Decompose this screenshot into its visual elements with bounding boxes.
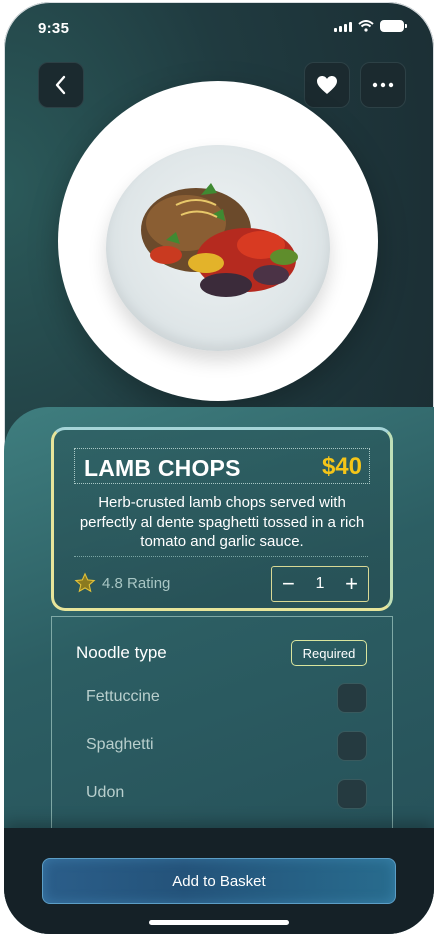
bottom-bar: Add to Basket (4, 828, 434, 934)
divider (74, 556, 368, 557)
option-checkbox-spaghetti[interactable] (337, 731, 367, 761)
option-label-udon[interactable]: Udon (86, 784, 124, 802)
add-to-basket-button[interactable]: Add to Basket (42, 858, 396, 904)
product-description: Herb-crusted lamb chops served with perf… (79, 494, 365, 550)
option-label-spaghetti[interactable]: Spaghetti (86, 736, 154, 754)
dish-image (58, 81, 378, 401)
required-badge: Required (291, 640, 367, 666)
battery-icon (380, 20, 407, 32)
options-title: Noodle type (76, 643, 167, 662)
option-checkbox-udon[interactable] (337, 779, 367, 809)
status-time: 9:35 (38, 20, 70, 37)
option-checkbox-fettuccine[interactable] (337, 683, 367, 713)
home-indicator (149, 920, 289, 925)
title-row: LAMB CHOPS $40 (74, 448, 370, 484)
increment-button[interactable]: + (345, 573, 358, 595)
heart-icon (317, 76, 337, 94)
product-card: LAMB CHOPS $40 Herb-crusted lamb chops s… (51, 427, 393, 611)
star-icon (74, 572, 96, 593)
option-label-fettuccine[interactable]: Fettuccine (86, 688, 160, 706)
wifi-icon (358, 20, 374, 32)
favorite-button[interactable] (304, 62, 350, 108)
quantity-stepper: − 1 + (271, 566, 369, 602)
rating: 4.8 Rating (74, 572, 170, 594)
status-icons (334, 20, 407, 32)
decrement-button[interactable]: − (282, 573, 295, 595)
plate (106, 145, 330, 351)
product-title: LAMB CHOPS (84, 455, 241, 481)
back-button[interactable] (38, 62, 84, 108)
signal-icon (334, 21, 352, 32)
phone-screen: 9:35 LAMB CHOPS $40 Herb-crusted lamb ch… (4, 2, 434, 934)
chevron-left-icon (55, 75, 66, 95)
status-bar: 9:35 (4, 2, 434, 50)
ellipsis-icon (372, 82, 394, 88)
food-illustration (141, 183, 298, 297)
quantity-value: 1 (315, 575, 325, 592)
more-options-button[interactable] (360, 62, 406, 108)
rating-text: 4.8 Rating (102, 574, 171, 592)
product-price: $40 (321, 453, 362, 480)
